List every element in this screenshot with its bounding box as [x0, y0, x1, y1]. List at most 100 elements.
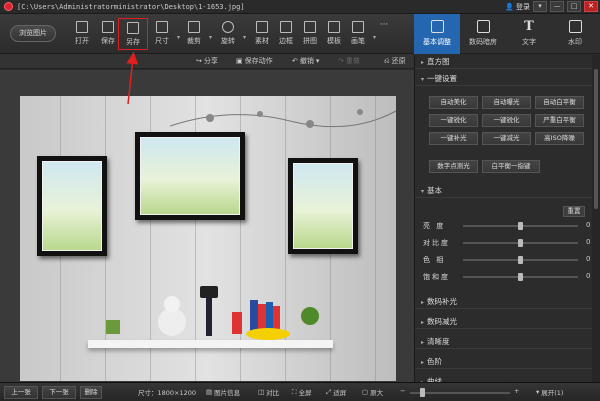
expand-arrow-icon: ▸ [421, 319, 425, 326]
center-picture-frame [135, 132, 245, 220]
zoom-in-button[interactable]: + [514, 387, 519, 395]
share-button[interactable]: ↪ 分享 [196, 56, 218, 66]
compare-label: 对比 [266, 389, 280, 397]
fullscreen-icon: ⛶ [292, 387, 297, 396]
save-as-tool[interactable]: 另存 [118, 18, 148, 50]
next-image-button[interactable]: 下一张 [42, 386, 76, 399]
original-size-button[interactable]: ▢ 原大 [362, 387, 383, 397]
redo-button[interactable]: ↷ 重做 [338, 56, 360, 66]
digital-reduce-light-label: 数码减光 [427, 317, 458, 326]
open-icon [76, 21, 88, 33]
histogram-section[interactable]: ▸ 直方图 [415, 55, 593, 69]
fullscreen-button[interactable]: ⛶ 全屏 [292, 387, 312, 398]
white-balance-picker-button[interactable]: 白平衡一指键 [482, 160, 540, 173]
one-click-sharpen-button[interactable]: 一键锐化 [429, 114, 478, 127]
auto-white-balance-button[interactable]: 自动白平衡 [535, 96, 584, 109]
undo-dropdown-icon[interactable]: ▾ [316, 57, 320, 65]
image-info-button[interactable]: ▤ 图片信息 [206, 387, 240, 397]
curves-section[interactable]: ▸曲线 [415, 375, 593, 382]
template-tool[interactable]: 模板 [322, 18, 346, 50]
clarity-section[interactable]: ▸ 清晰度 [415, 335, 593, 349]
material-tool[interactable]: 素材 [250, 18, 274, 50]
share-icon: ↪ [196, 57, 202, 65]
rotate-tool[interactable]: 旋转 ▾ [216, 18, 246, 50]
digital-fill-light-label: 数码补光 [427, 297, 458, 306]
auto-beautify-button[interactable]: 自动美化 [429, 96, 478, 109]
resize-tool[interactable]: 尺寸 ▾ [150, 18, 180, 50]
prev-image-button[interactable]: 上一张 [4, 386, 38, 399]
collapse-arrow-icon: ▾ [421, 188, 425, 195]
panel-scrollbar[interactable] [592, 55, 600, 382]
reset-button[interactable]: 重置 [563, 206, 585, 217]
watermark-icon [568, 20, 582, 33]
slider-knob[interactable] [518, 222, 523, 230]
close-button[interactable]: ✕ [584, 1, 598, 12]
zoom-slider-track[interactable] [410, 392, 510, 394]
strict-white-balance-button[interactable]: 严重白平衡 [535, 114, 584, 127]
basic-section[interactable]: ▾ 基本 [415, 184, 593, 198]
original-size-icon: ▢ [362, 388, 369, 396]
one-click-section[interactable]: ▾ 一键设置 [415, 72, 593, 86]
delete-button[interactable]: 删除 [80, 386, 102, 399]
tab-basic-adjust[interactable]: 基本调整 [414, 14, 460, 54]
auto-exposure-button[interactable]: 自动曝光 [482, 96, 531, 109]
collage-tool[interactable]: 拼图 [298, 18, 322, 50]
tab-watermark[interactable]: 水印 [552, 14, 598, 54]
image-info-label: 图片信息 [214, 389, 241, 397]
save-action-button[interactable]: ▣ 保存动作 [236, 56, 273, 66]
crop-tool[interactable]: 裁剪 ▾ [182, 18, 212, 50]
collage-label: 拼图 [303, 37, 317, 45]
restore-button[interactable]: ⎌ 还原 [384, 56, 406, 66]
brightness-slider[interactable]: 亮 度 0 [423, 220, 593, 232]
maximize-button[interactable]: □ [567, 1, 581, 12]
contrast-slider[interactable]: 对比度 0 [423, 237, 593, 249]
open-tool[interactable]: 打开 [70, 18, 94, 50]
main-toolbar: 浏览图片 打开 保存 另存 尺寸 ▾ 裁剪 ▾ 旋转 ▾ 素材 边框 拼图 模板 画笔… [0, 14, 414, 54]
photo-canvas[interactable] [20, 96, 396, 381]
one-click-sharpen-2-button[interactable]: 一键锐化 [482, 114, 531, 127]
slider-knob[interactable] [518, 239, 523, 247]
expand-dropdown-icon: ▾ [536, 388, 540, 396]
expand-button[interactable]: ▾ 展开(1) [536, 387, 563, 397]
crop-label: 裁剪 [187, 37, 201, 45]
template-label: 模板 [327, 37, 341, 45]
digital-reduce-light-section[interactable]: ▸ 数码减光 [415, 315, 593, 329]
browse-images-button[interactable]: 浏览图片 [10, 25, 56, 42]
canvas-area[interactable] [0, 70, 414, 382]
text-icon: T [524, 19, 534, 34]
digital-fill-light-section[interactable]: ▸ 数码补光 [415, 295, 593, 309]
tab-text[interactable]: T 文字 [506, 14, 552, 54]
tab-darkroom[interactable]: 数码暗房 [460, 14, 506, 54]
minimize-button[interactable]: — [550, 1, 564, 12]
compare-button[interactable]: ◫ 对比 [258, 387, 279, 397]
brush-icon [352, 21, 364, 33]
zoom-out-button[interactable]: − [400, 387, 405, 395]
fit-screen-button[interactable]: ⤢ 适屏 [326, 387, 347, 398]
reduce-light-button[interactable]: 一键减光 [482, 132, 531, 145]
brush-tool[interactable]: 画笔 ▾ [346, 18, 376, 50]
scrollbar-thumb[interactable] [594, 69, 598, 209]
login-link[interactable]: 👤 登录 [505, 2, 530, 12]
slider-knob[interactable] [518, 256, 523, 264]
slider-knob[interactable] [518, 273, 523, 281]
hue-slider[interactable]: 色 相 0 [423, 254, 593, 266]
saturation-slider[interactable]: 饱和度 0 [423, 271, 593, 283]
more-tools-button[interactable]: ··· [372, 20, 396, 52]
menu-button[interactable]: ▾ [533, 1, 547, 12]
tab-watermark-label: 水印 [568, 38, 582, 46]
crop-dropdown-icon[interactable]: ▾ [209, 34, 212, 41]
redo-icon: ↷ [338, 57, 344, 65]
high-iso-denoise-button[interactable]: 高ISO降噪 [535, 132, 584, 145]
restore-icon: ⎌ [384, 56, 390, 65]
border-tool[interactable]: 边框 [274, 18, 298, 50]
rotate-dropdown-icon[interactable]: ▾ [243, 34, 246, 41]
spot-metering-button[interactable]: 数字点测光 [429, 160, 478, 173]
levels-section[interactable]: ▸ 色阶 [415, 355, 593, 369]
fill-light-button[interactable]: 一键补光 [429, 132, 478, 145]
zoom-slider-knob[interactable] [420, 388, 425, 397]
resize-dropdown-icon[interactable]: ▾ [177, 34, 180, 41]
undo-button[interactable]: ↶ 撤销 ▾ [292, 56, 319, 66]
save-tool[interactable]: 保存 [96, 18, 120, 50]
tab-darkroom-label: 数码暗房 [469, 38, 497, 46]
fit-screen-label: 适屏 [333, 389, 347, 397]
